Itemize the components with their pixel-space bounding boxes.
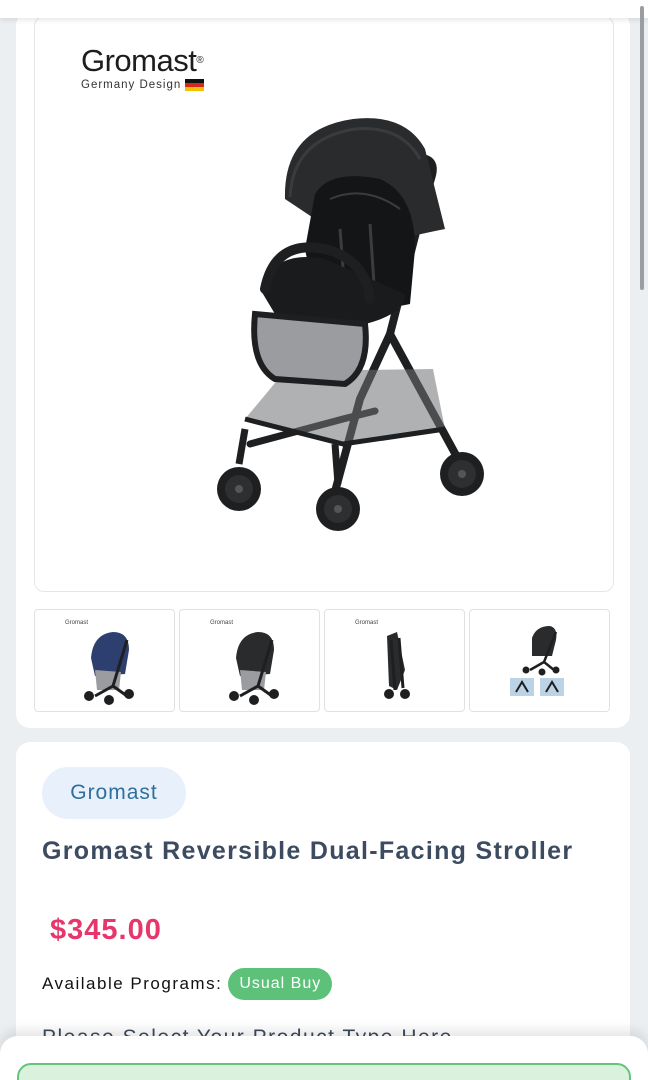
thumbnail-detail-views[interactable]: [469, 609, 610, 712]
thumbnail-folded-icon: [384, 632, 410, 699]
program-badge-usual-buy[interactable]: Usual Buy: [228, 968, 333, 1000]
product-price: $345.00: [50, 914, 162, 946]
thumbnail-stroller-icon: [84, 632, 134, 705]
brand-logo: Gromast® Germany Design: [81, 43, 205, 91]
germany-flag-icon: [185, 79, 205, 91]
thumbnail-navy-stroller[interactable]: Gromast: [34, 609, 175, 712]
brand-chip[interactable]: Gromast: [42, 767, 186, 819]
main-product-image[interactable]: Gromast® Germany Design: [34, 16, 614, 592]
thumbnail-stroller-icon: [229, 632, 279, 705]
available-programs: Available Programs: Usual Buy: [42, 968, 333, 1000]
product-title: Gromast Reversible Dual-Facing Stroller: [42, 837, 574, 865]
thumbnail-folded-stroller[interactable]: Gromast: [324, 609, 465, 712]
top-bar: [0, 0, 648, 18]
thumbnail-detail-icon: [510, 626, 564, 696]
page-scrollbar[interactable]: [640, 6, 644, 290]
brand-tagline: Germany Design: [81, 79, 205, 91]
bottom-action-bar[interactable]: [17, 1063, 631, 1080]
stroller-image: [217, 118, 484, 531]
bottom-sheet: [0, 1036, 648, 1080]
thumbnail-black-stroller[interactable]: Gromast: [179, 609, 320, 712]
product-info: Gromast Gromast Reversible Dual-Facing S…: [16, 742, 630, 1080]
thumbnail-strip: Gromast Gromast Gromast: [34, 609, 610, 712]
product-gallery: Gromast® Germany Design Gromast Gromast …: [16, 12, 630, 728]
programs-label: Available Programs:: [42, 974, 223, 993]
brand-wordmark: Gromast®: [81, 43, 204, 78]
